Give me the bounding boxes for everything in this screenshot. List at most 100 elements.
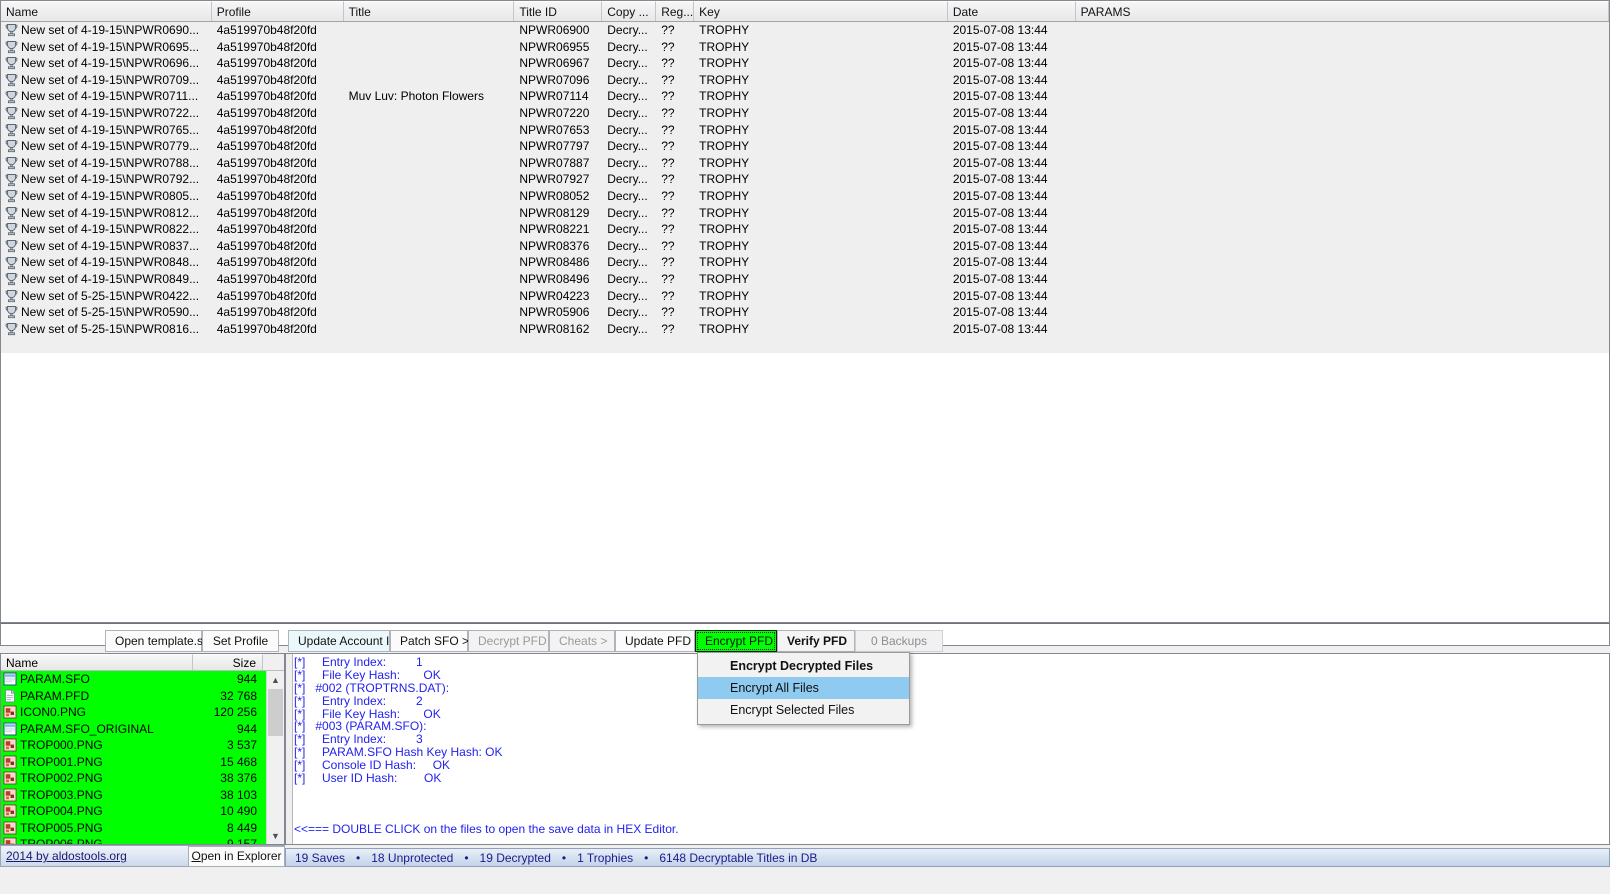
menu-item-encrypt-decrypted-files[interactable]: Encrypt Decrypted Files (698, 655, 909, 677)
table-row[interactable]: New set of 4-19-15\NPWR0690... 4a519970b4… (1, 22, 1609, 39)
encrypt-pfd-button[interactable]: Encrypt PFD > (695, 630, 783, 652)
file-size-cell: 944 (236, 721, 257, 736)
cell-name: New set of 5-25-15\NPWR0590... (1, 304, 212, 321)
backups-button[interactable]: 0 Backups (855, 630, 943, 652)
file-name-cell: TROP005.PNG (1, 821, 193, 835)
table-row[interactable]: New set of 4-19-15\NPWR0765... 4a519970b4… (1, 121, 1609, 139)
table-row[interactable]: New set of 5-25-15\NPWR0422... 4a519970b4… (1, 287, 1609, 305)
list-item[interactable]: PARAM.SFO 944 (1, 671, 284, 688)
scroll-up-arrow-icon[interactable]: ▲ (267, 671, 284, 688)
cell-key: TROPHY (699, 139, 750, 154)
column-header-date[interactable]: Date (947, 1, 1076, 21)
table-row[interactable]: New set of 4-19-15\NPWR0837... 4a519970b4… (1, 237, 1609, 255)
list-item[interactable]: TROP004.PNG 10 490 (1, 803, 284, 820)
file-list-view[interactable]: Name Size PARAM.SFO 944 PARAM.PFD 32 768 ICON… (0, 653, 285, 845)
table-row[interactable]: New set of 4-19-15\NPWR0812... 4a519970b4… (1, 204, 1609, 222)
file-column-header-name[interactable]: Name (1, 654, 193, 670)
table-row[interactable]: New set of 4-19-15\NPWR0805... 4a519970b4… (1, 187, 1609, 205)
table-row[interactable]: New set of 4-19-15\NPWR0792... 4a519970b4… (1, 171, 1609, 188)
list-item[interactable]: TROP005.PNG 8 449 (1, 819, 284, 836)
cell-key: TROPHY (699, 155, 750, 170)
column-header-key[interactable]: Key (694, 1, 948, 21)
cheats-button[interactable]: Cheats > (549, 630, 615, 652)
file-size-cell: 32 768 (220, 688, 257, 703)
log-scrollbar[interactable] (286, 654, 293, 844)
cell-profile: 4a519970b48f20fd (216, 205, 317, 220)
file-column-header-size[interactable]: Size (193, 654, 263, 670)
decrypt-pfd-button[interactable]: Decrypt PFD > (468, 630, 557, 652)
table-row[interactable]: New set of 5-25-15\NPWR0816... 4a519970b4… (1, 320, 1609, 338)
cell-title-id: NPWR08376 (519, 238, 590, 253)
cell-region: ?? (661, 305, 675, 320)
set-profile-button[interactable]: Set Profile (202, 630, 279, 652)
cell-date: 2015-07-08 13:44 (952, 222, 1048, 237)
scroll-down-arrow-icon[interactable]: ▼ (267, 827, 284, 844)
cell-name: New set of 4-19-15\NPWR0765... (1, 122, 212, 139)
cell-title-id: NPWR08162 (519, 321, 590, 336)
table-row[interactable]: New set of 4-19-15\NPWR0696... 4a519970b4… (1, 55, 1609, 72)
list-item[interactable]: TROP000.PNG 3 537 (1, 737, 284, 754)
list-item[interactable]: TROP002.PNG 38 376 (1, 770, 284, 787)
credit-link[interactable]: 2014 by aldostools.org (1, 849, 127, 863)
list-item[interactable]: TROP003.PNG 38 103 (1, 786, 284, 803)
verify-pfd-button[interactable]: Verify PFD (777, 630, 855, 652)
cell-name: New set of 5-25-15\NPWR0816... (1, 321, 212, 338)
cell-date: 2015-07-08 13:44 (952, 56, 1048, 71)
cell-title-id: NPWR07887 (519, 155, 590, 170)
table-row[interactable]: New set of 4-19-15\NPWR0709... 4a519970b4… (1, 71, 1609, 89)
encrypt-pfd-menu[interactable]: Encrypt Decrypted Files Encrypt All Files… (697, 652, 910, 725)
cell-date: 2015-07-08 13:44 (952, 305, 1048, 320)
update-account-id-button[interactable]: Update Account ID (288, 630, 398, 652)
column-header-params[interactable]: PARAMS (1075, 1, 1609, 21)
table-row[interactable]: New set of 4-19-15\NPWR0695... 4a519970b4… (1, 38, 1609, 56)
list-item[interactable]: TROP001.PNG 15 468 (1, 753, 284, 770)
menu-item-encrypt-selected-files[interactable]: Encrypt Selected Files (698, 699, 909, 721)
update-pfd-button[interactable]: Update PFD > (615, 630, 701, 652)
table-row[interactable]: New set of 4-19-15\NPWR0722... 4a519970b4… (1, 104, 1609, 122)
table-row[interactable]: New set of 4-19-15\NPWR0779... 4a519970b4… (1, 138, 1609, 155)
list-item[interactable]: PARAM.PFD 32 768 (1, 687, 284, 704)
file-list-scrollbar[interactable]: ▲ ▼ (266, 671, 284, 844)
column-header-name[interactable]: Name (1, 1, 212, 21)
file-size-cell: 120 256 (213, 705, 257, 720)
open-template-sfo-button[interactable]: Open template.sfo (105, 630, 213, 652)
list-item[interactable]: ICON0.PNG 120 256 (1, 704, 284, 721)
table-row[interactable]: New set of 4-19-15\NPWR0788... 4a519970b4… (1, 154, 1609, 172)
column-header-reg[interactable]: Reg... (656, 1, 695, 21)
save-list-view[interactable]: Name Profile Title Title ID Copy ... Reg... Ke… (0, 0, 1610, 623)
table-row[interactable]: New set of 5-25-15\NPWR0590... 4a519970b4… (1, 304, 1609, 321)
trophy-icon (5, 156, 18, 170)
cell-title (344, 238, 515, 255)
cell-copy: Decry... (607, 39, 648, 54)
cell-key: TROPHY (699, 238, 750, 253)
file-list-rows[interactable]: PARAM.SFO 944 PARAM.PFD 32 768 ICON0.PNG 120 … (1, 671, 284, 844)
table-row[interactable]: New set of 4-19-15\NPWR0848... 4a519970b4… (1, 254, 1609, 271)
column-header-copy[interactable]: Copy ... (602, 1, 657, 21)
log-console[interactable]: [*] Entry Index: 1 [*] File Key Hash: OK[… (285, 653, 1610, 845)
cell-copy: Decry... (607, 105, 648, 120)
list-item[interactable]: TROP006.PNG 9 157 (1, 836, 284, 844)
scrollbar-thumb[interactable] (268, 689, 283, 736)
patch-sfo-button[interactable]: Patch SFO > (390, 630, 469, 652)
cell-key: TROPHY (699, 172, 750, 187)
open-in-explorer-button[interactable]: Open in Explorer (188, 846, 285, 867)
table-row[interactable]: New set of 4-19-15\NPWR0822... 4a519970b4… (1, 221, 1609, 238)
save-list-body[interactable]: New set of 4-19-15\NPWR0690... 4a519970b4… (1, 22, 1609, 622)
cell-copy: Decry... (607, 56, 648, 71)
table-row[interactable]: New set of 4-19-15\NPWR0849... 4a519970b4… (1, 270, 1609, 288)
cell-profile: 4a519970b48f20fd (216, 122, 317, 137)
menu-item-encrypt-all-files[interactable]: Encrypt All Files (698, 677, 909, 699)
cell-title (344, 138, 515, 155)
column-header-title[interactable]: Title (343, 1, 515, 21)
file-name-label: TROP000.PNG (20, 738, 103, 753)
column-header-title-id[interactable]: Title ID (514, 1, 603, 21)
cell-profile: 4a519970b48f20fd (216, 139, 317, 154)
column-header-profile[interactable]: Profile (211, 1, 344, 21)
file-name-label: PARAM.PFD (20, 688, 90, 703)
cell-date: 2015-07-08 13:44 (952, 288, 1048, 303)
table-row[interactable]: New set of 4-19-15\NPWR0711... 4a519970b4… (1, 88, 1609, 105)
cell-title (344, 288, 515, 305)
list-item[interactable]: PARAM.SFO_ORIGINAL 944 (1, 720, 284, 737)
cell-params (1076, 138, 1609, 155)
app-window: Name Profile Title Title ID Copy ... Reg... Ke… (0, 0, 1610, 894)
